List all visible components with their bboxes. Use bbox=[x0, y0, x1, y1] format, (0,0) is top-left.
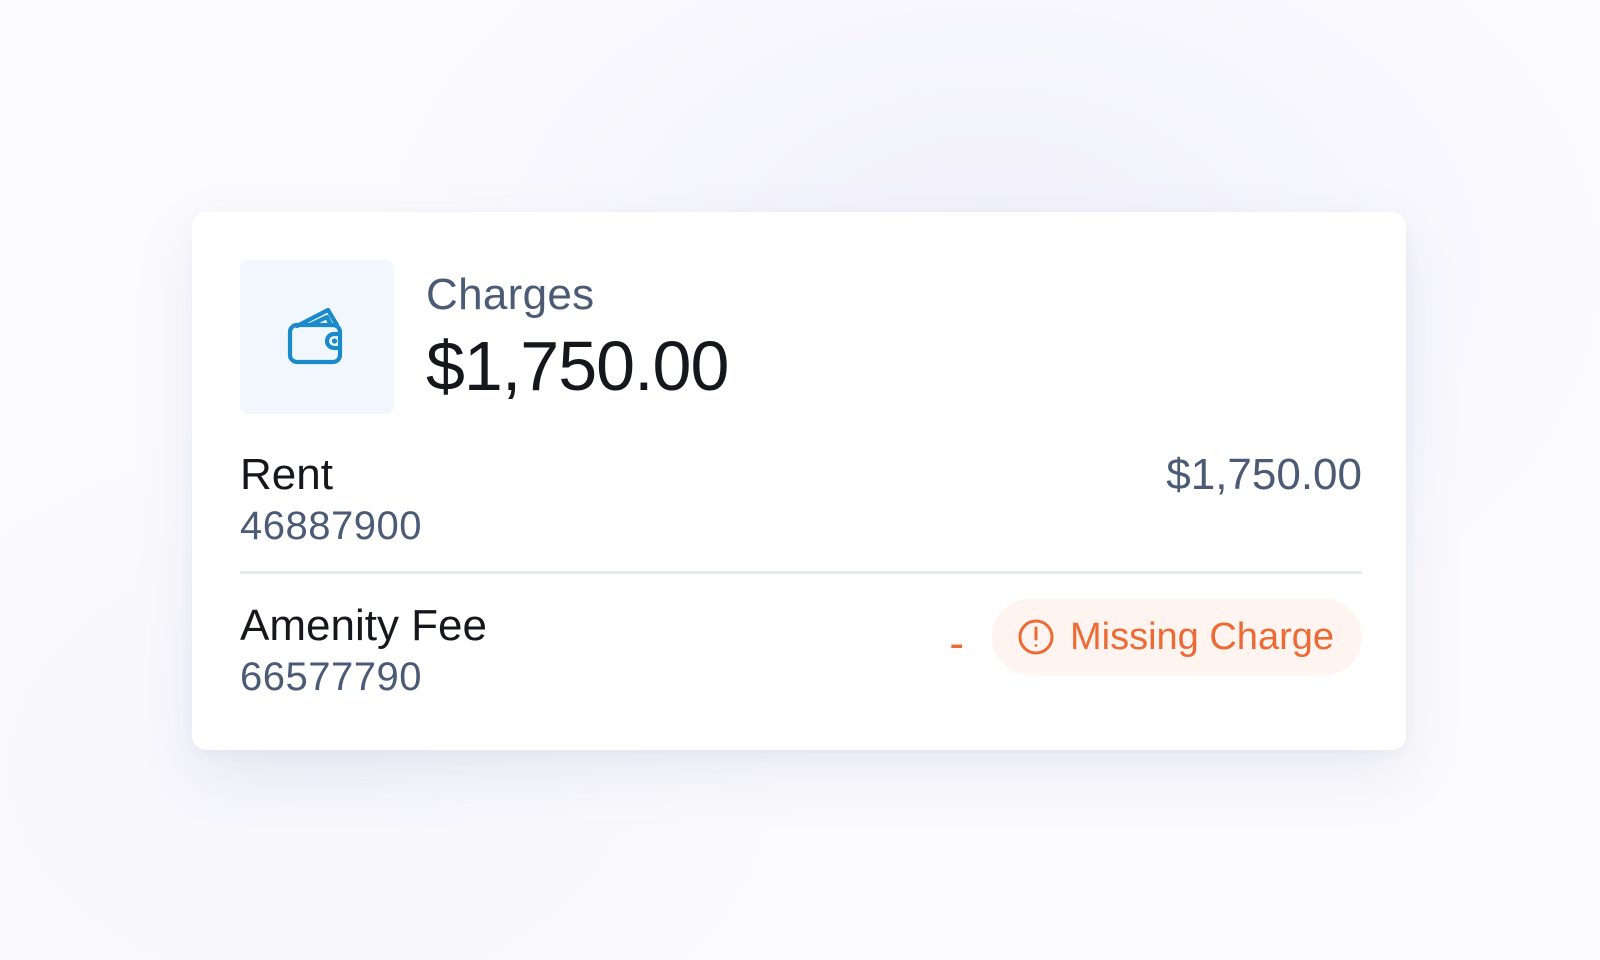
charge-name: Rent bbox=[240, 450, 333, 499]
wallet-icon-tile bbox=[240, 260, 394, 414]
charge-code: 66577790 bbox=[240, 655, 422, 699]
wallet-icon bbox=[281, 301, 353, 373]
charge-name: Amenity Fee bbox=[240, 601, 487, 650]
row-divider bbox=[240, 571, 1362, 574]
charges-header: Charges $1,750.00 bbox=[426, 268, 729, 408]
charges-card: Charges $1,750.00 Rent 46887900 $1,750.0… bbox=[192, 212, 1406, 750]
charge-amount-empty: - bbox=[949, 619, 964, 668]
alert-circle-icon bbox=[1016, 617, 1056, 657]
charges-total: $1,750.00 bbox=[426, 327, 729, 405]
charge-row-amenity-fee: Amenity Fee 66577790 - Missing Charge bbox=[240, 599, 1362, 709]
status-badge-label: Missing Charge bbox=[1070, 616, 1334, 658]
charges-title: Charges bbox=[426, 270, 595, 319]
charge-code: 46887900 bbox=[240, 504, 422, 548]
charge-amount: $1,750.00 bbox=[1166, 450, 1362, 499]
charge-row-rent: Rent 46887900 $1,750.00 bbox=[240, 448, 1362, 554]
missing-charge-badge: Missing Charge bbox=[992, 599, 1362, 675]
